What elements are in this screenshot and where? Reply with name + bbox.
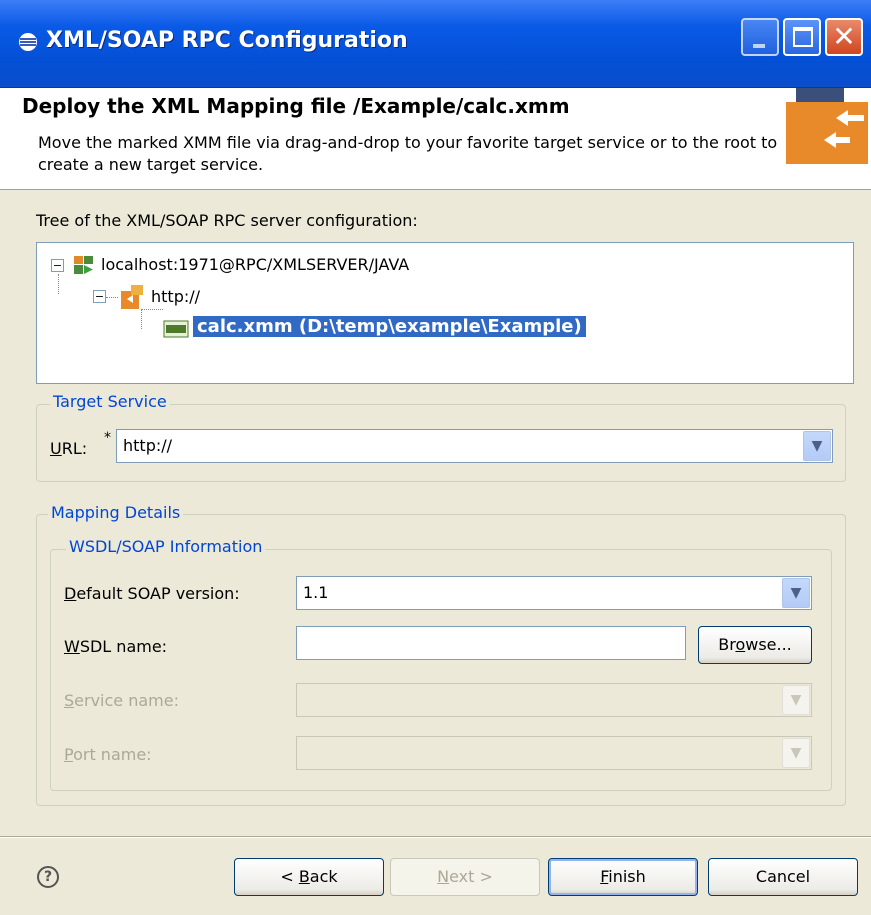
xmm-file-icon <box>163 319 189 339</box>
browse-button[interactable]: Browse... <box>698 626 812 664</box>
soap-version-label: Default SOAP version: <box>64 584 240 603</box>
maximize-icon <box>793 27 813 47</box>
service-icon <box>121 285 145 309</box>
minimize-button[interactable] <box>741 18 779 56</box>
cancel-button[interactable]: Cancel <box>708 858 858 896</box>
minimize-icon <box>753 44 765 48</box>
page-title: Deploy the XML Mapping file /Example/cal… <box>22 94 570 118</box>
chevron-down-icon[interactable]: ▼ <box>803 431 831 461</box>
dialog-window: XML/SOAP RPC Configuration ✕ Deploy the … <box>0 0 871 915</box>
window-title: XML/SOAP RPC Configuration <box>46 28 408 53</box>
wsdl-name-input[interactable] <box>296 626 686 660</box>
help-icon[interactable]: ? <box>37 866 59 888</box>
collapse-icon[interactable]: − <box>93 290 106 303</box>
wizard-header: Deploy the XML Mapping file /Example/cal… <box>0 88 871 190</box>
service-name-label: Service name: <box>64 691 179 710</box>
soap-version-value: 1.1 <box>303 583 329 602</box>
tree-connector <box>58 274 59 294</box>
maximize-button[interactable] <box>783 18 821 56</box>
port-name-label: Port name: <box>64 745 152 764</box>
chevron-down-icon[interactable]: ▼ <box>782 578 810 608</box>
close-button[interactable]: ✕ <box>825 18 863 56</box>
back-button[interactable]: < Back <box>234 858 384 896</box>
next-button[interactable]: Next > <box>390 858 540 896</box>
tree-connector <box>106 297 118 298</box>
mapping-details-title: Mapping Details <box>48 503 184 522</box>
finish-button[interactable]: Finish <box>548 858 698 896</box>
url-label: URL: <box>50 439 88 458</box>
close-icon: ✕ <box>832 20 856 53</box>
title-bar[interactable]: XML/SOAP RPC Configuration ✕ <box>0 0 871 88</box>
tree-label: Tree of the XML/SOAP RPC server configur… <box>36 211 418 230</box>
url-combo[interactable]: http:// ▼ <box>116 429 833 463</box>
server-icon <box>73 254 95 276</box>
chevron-down-icon[interactable]: ▼ <box>782 685 810 715</box>
deploy-banner-icon <box>786 88 868 164</box>
collapse-icon[interactable]: − <box>51 259 64 272</box>
target-service-title: Target Service <box>50 392 170 411</box>
wsdl-soap-title: WSDL/SOAP Information <box>66 537 266 556</box>
footer-separator <box>0 836 871 838</box>
tree-item-xmm-file[interactable]: calc.xmm (D:\temp\example\Example) <box>192 315 587 338</box>
wsdl-name-label: WSDL name: <box>64 637 168 656</box>
tree-item-server[interactable]: localhost:1971@RPC/XMLSERVER/JAVA <box>101 255 409 274</box>
server-config-tree[interactable]: − localhost:1971@RPC/XMLSERVER/JAVA − ht… <box>36 242 854 384</box>
chevron-down-icon[interactable]: ▼ <box>782 738 810 768</box>
port-name-combo[interactable]: ▼ <box>296 736 812 770</box>
required-mark: * <box>104 430 111 446</box>
tree-connector <box>141 309 163 329</box>
eclipse-icon <box>18 32 38 52</box>
page-description: Move the marked XMM file via drag-and-dr… <box>38 133 778 174</box>
soap-version-combo[interactable]: 1.1 ▼ <box>296 576 812 610</box>
tree-item-service[interactable]: http:// <box>151 287 200 306</box>
service-name-combo[interactable]: ▼ <box>296 683 812 717</box>
url-value: http:// <box>123 436 173 455</box>
